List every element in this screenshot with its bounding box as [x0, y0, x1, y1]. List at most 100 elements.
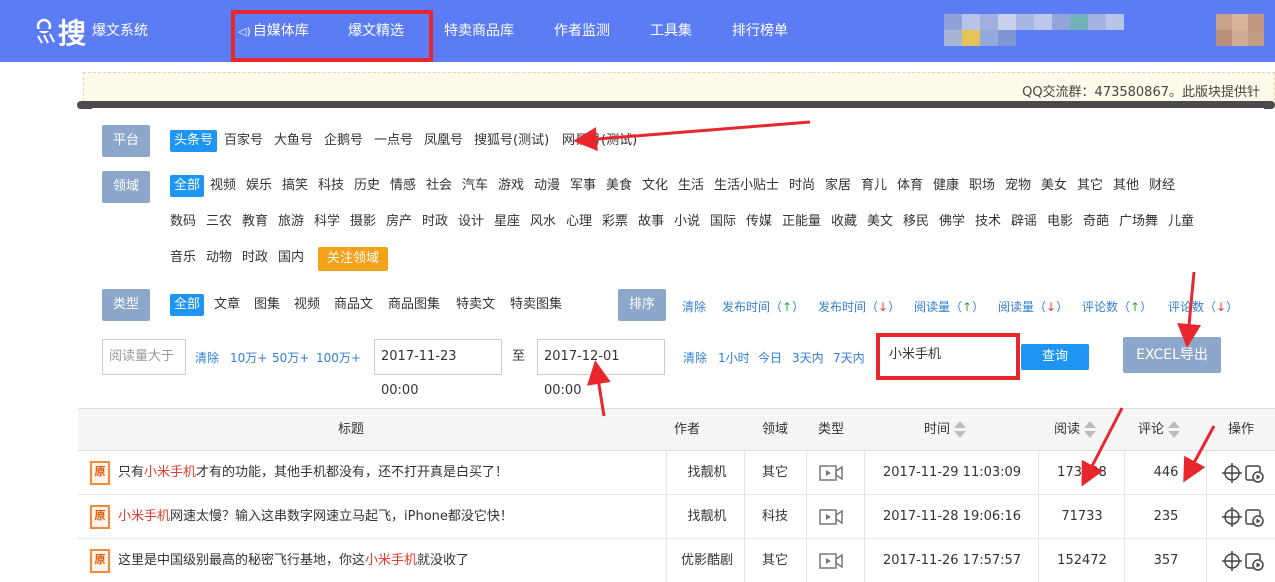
type-option-article[interactable]: 文章	[214, 294, 240, 316]
platform-option-wangyi[interactable]: 网易号(测试)	[562, 130, 637, 152]
field-option[interactable]: 娱乐	[246, 175, 272, 197]
field-option[interactable]: 教育	[242, 211, 268, 233]
column-time[interactable]: 时间	[924, 409, 967, 451]
field-option[interactable]: 美食	[606, 175, 632, 197]
field-option[interactable]: 摄影	[350, 211, 376, 233]
field-option[interactable]: 时政	[242, 247, 268, 269]
sort-publish-asc[interactable]: 发布时间（↑）	[722, 298, 804, 315]
field-option[interactable]: 生活小贴士	[714, 175, 779, 197]
field-option[interactable]: 其它	[1077, 175, 1103, 197]
column-reads[interactable]: 阅读	[1054, 409, 1097, 451]
field-option[interactable]: 星座	[494, 211, 520, 233]
sort-reads-asc[interactable]: 阅读量（↑）	[914, 298, 984, 315]
platform-option-toutiao[interactable]: 头条号	[170, 130, 218, 152]
nav-item-sale-goods[interactable]: 特卖商品库	[444, 0, 514, 62]
read-quick-100k[interactable]: 10万+	[230, 349, 267, 366]
author-cell[interactable]: 找靓机	[668, 495, 746, 539]
field-option[interactable]: 文化	[642, 175, 668, 197]
logo[interactable]: 搜	[34, 10, 94, 50]
avatar[interactable]	[1216, 14, 1264, 50]
read-quick-1m[interactable]: 100万+	[316, 349, 361, 366]
field-option[interactable]: 动物	[206, 247, 232, 269]
nav-item-tools[interactable]: 工具集	[650, 0, 692, 62]
field-option[interactable]: 设计	[458, 211, 484, 233]
table-row[interactable]: 原小米手机网速太慢？输入这串数字网速立马起飞，iPhone都没它快！ 找靓机 科技 2…	[78, 495, 1275, 539]
field-option[interactable]: 社会	[426, 175, 452, 197]
field-option[interactable]: 旅游	[278, 211, 304, 233]
field-option[interactable]: 音乐	[170, 247, 196, 269]
end-date-input[interactable]: 2017-12-01 00:00	[537, 339, 665, 398]
row-actions[interactable]	[1222, 506, 1266, 528]
type-option-sale-gallery[interactable]: 特卖图集	[510, 294, 562, 316]
field-option[interactable]: 国内	[278, 247, 304, 269]
field-option[interactable]: 电影	[1047, 211, 1073, 233]
field-option[interactable]: 汽车	[462, 175, 488, 197]
field-option[interactable]: 小说	[674, 211, 700, 233]
field-option[interactable]: 育儿	[861, 175, 887, 197]
field-option[interactable]: 生活	[678, 175, 704, 197]
field-option[interactable]: 全部	[170, 175, 205, 197]
field-option[interactable]: 技术	[975, 211, 1001, 233]
field-option[interactable]: 三农	[206, 211, 232, 233]
target-icon[interactable]	[1222, 551, 1242, 571]
sort-clear-link[interactable]: 清除	[682, 298, 706, 315]
field-option[interactable]: 美文	[867, 211, 893, 233]
field-option[interactable]: 广场舞	[1119, 211, 1158, 233]
date-quick-1h[interactable]: 1小时	[718, 349, 750, 366]
platform-option-yidian[interactable]: 一点号	[374, 130, 413, 152]
article-title[interactable]: 这里是中国级别最高的秘密飞行基地，你这小米手机就没收了	[118, 539, 469, 582]
field-option[interactable]: 心理	[566, 211, 592, 233]
field-option[interactable]: 情感	[390, 175, 416, 197]
field-option[interactable]: 财经	[1149, 175, 1175, 197]
excel-export-button[interactable]: EXCEL导出	[1123, 337, 1221, 373]
preview-video-icon[interactable]	[1245, 509, 1264, 527]
nav-item-rankings[interactable]: 排行榜单	[732, 0, 788, 62]
field-option[interactable]: 奇葩	[1083, 211, 1109, 233]
sort-comments-asc[interactable]: 评论数（↑）	[1082, 298, 1152, 315]
field-option[interactable]: 宠物	[1005, 175, 1031, 197]
field-option[interactable]: 房产	[386, 211, 412, 233]
type-option-sale-article[interactable]: 特卖文	[456, 294, 495, 316]
field-option[interactable]: 正能量	[782, 211, 821, 233]
field-option[interactable]: 搞笑	[282, 175, 308, 197]
platform-option-sohu[interactable]: 搜狐号(测试)	[474, 130, 549, 152]
platform-option-fenghuang[interactable]: 凤凰号	[424, 130, 463, 152]
target-icon[interactable]	[1222, 463, 1242, 483]
platform-option-qie[interactable]: 企鹅号	[324, 130, 363, 152]
row-actions[interactable]	[1222, 462, 1266, 484]
field-option[interactable]: 美女	[1041, 175, 1067, 197]
date-clear-link[interactable]: 清除	[683, 349, 707, 366]
read-filter-clear-link[interactable]: 清除	[195, 349, 219, 366]
table-row[interactable]: 原只有小米手机才有的功能，其他手机都没有，还不打开真是白买了！ 找靓机 其它 2017…	[78, 451, 1275, 495]
date-quick-7d[interactable]: 7天内	[833, 349, 865, 366]
field-option[interactable]: 其他	[1113, 175, 1139, 197]
author-cell[interactable]: 找靓机	[668, 451, 746, 495]
date-quick-today[interactable]: 今日	[758, 349, 782, 366]
field-option[interactable]: 传媒	[746, 211, 772, 233]
type-option-video[interactable]: 视频	[294, 294, 320, 316]
user-info-blurred[interactable]	[944, 14, 1144, 50]
field-option[interactable]: 移民	[903, 211, 929, 233]
field-option[interactable]: 历史	[354, 175, 380, 197]
nav-item-author-monitor[interactable]: 作者监测	[554, 0, 610, 62]
field-option[interactable]: 游戏	[498, 175, 524, 197]
read-quick-500k[interactable]: 50万+	[272, 349, 309, 366]
field-option[interactable]: 佛学	[939, 211, 965, 233]
field-option[interactable]: 风水	[530, 211, 556, 233]
platform-option-dayu[interactable]: 大鱼号	[274, 130, 313, 152]
author-cell[interactable]: 优影酷剧	[668, 539, 746, 582]
article-title[interactable]: 只有小米手机才有的功能，其他手机都没有，还不打开真是白买了！	[118, 451, 508, 495]
sort-publish-desc[interactable]: 发布时间（↓）	[818, 298, 900, 315]
column-comments[interactable]: 评论	[1138, 409, 1181, 451]
type-option-goods-gallery[interactable]: 商品图集	[388, 294, 440, 316]
follow-field-button[interactable]: 关注领域	[318, 247, 389, 271]
field-option[interactable]: 故事	[638, 211, 664, 233]
field-option[interactable]: 时尚	[789, 175, 815, 197]
field-option[interactable]: 职场	[969, 175, 995, 197]
sort-reads-desc[interactable]: 阅读量（↓）	[998, 298, 1068, 315]
field-option[interactable]: 数码	[170, 211, 196, 233]
field-option[interactable]: 儿童	[1168, 211, 1194, 233]
field-option[interactable]: 辟谣	[1011, 211, 1037, 233]
preview-video-icon[interactable]	[1245, 465, 1264, 483]
type-option-gallery[interactable]: 图集	[254, 294, 280, 316]
